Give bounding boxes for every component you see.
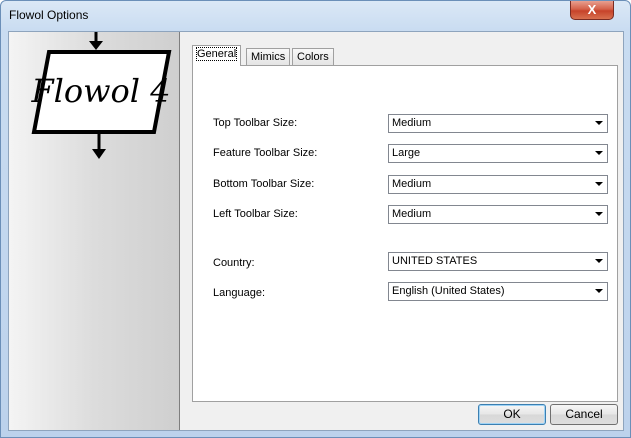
tab-colors-label: Colors — [297, 51, 329, 63]
chevron-down-icon — [595, 151, 603, 155]
language-label: Language: — [213, 287, 265, 299]
tab-colors[interactable]: Colors — [292, 48, 334, 65]
chevron-down-icon — [595, 289, 603, 293]
close-icon: X — [587, 2, 597, 17]
tab-mimics[interactable]: Mimics — [246, 48, 291, 65]
chevron-down-icon — [595, 259, 603, 263]
left-toolbar-size-select[interactable]: Medium — [388, 205, 608, 224]
options-dialog: Flowol Options X Flowol 4 General Mimics — [0, 0, 631, 438]
feature-toolbar-size-select[interactable]: Large — [388, 144, 608, 163]
dialog-client-area: Flowol 4 General Mimics Colors Top Toolb… — [8, 31, 624, 431]
chevron-down-icon — [595, 121, 603, 125]
language-select[interactable]: English (United States) — [388, 282, 608, 301]
cancel-button[interactable]: Cancel — [550, 404, 618, 425]
flowol-logo: Flowol 4 — [30, 32, 172, 159]
top-toolbar-size-value: Medium — [392, 117, 432, 129]
top-toolbar-size-label: Top Toolbar Size: — [213, 117, 298, 129]
left-toolbar-size-label: Left Toolbar Size: — [213, 208, 298, 220]
bottom-toolbar-size-label: Bottom Toolbar Size: — [213, 178, 315, 190]
logo-text: Flowol 4 — [30, 72, 170, 110]
bottom-toolbar-size-select[interactable]: Medium — [388, 175, 608, 194]
ok-button[interactable]: OK — [478, 404, 546, 425]
chevron-down-icon — [595, 182, 603, 186]
bottom-toolbar-size-value: Medium — [392, 178, 432, 190]
top-toolbar-size-select[interactable]: Medium — [388, 114, 608, 133]
logo-bottom-arrow-icon — [92, 149, 106, 159]
country-select[interactable]: UNITED STATES — [388, 252, 608, 271]
general-tab-page: Top Toolbar Size: Medium Feature Toolbar… — [192, 65, 618, 402]
logo-panel: Flowol 4 — [9, 32, 180, 430]
country-value: UNITED STATES — [392, 255, 478, 267]
tab-general-label: General — [195, 47, 238, 61]
country-label: Country: — [213, 257, 255, 269]
feature-toolbar-size-value: Large — [392, 147, 421, 159]
feature-toolbar-size-label: Feature Toolbar Size: — [213, 147, 318, 159]
close-button[interactable]: X — [570, 1, 614, 20]
left-toolbar-size-value: Medium — [392, 208, 432, 220]
title-bar[interactable]: Flowol Options X — [1, 1, 630, 31]
tab-mimics-label: Mimics — [251, 51, 286, 63]
chevron-down-icon — [595, 212, 603, 216]
language-value: English (United States) — [392, 285, 505, 297]
tab-general[interactable]: General — [192, 45, 242, 66]
window-title: Flowol Options — [9, 8, 89, 22]
logo-top-arrow-icon — [89, 41, 103, 50]
